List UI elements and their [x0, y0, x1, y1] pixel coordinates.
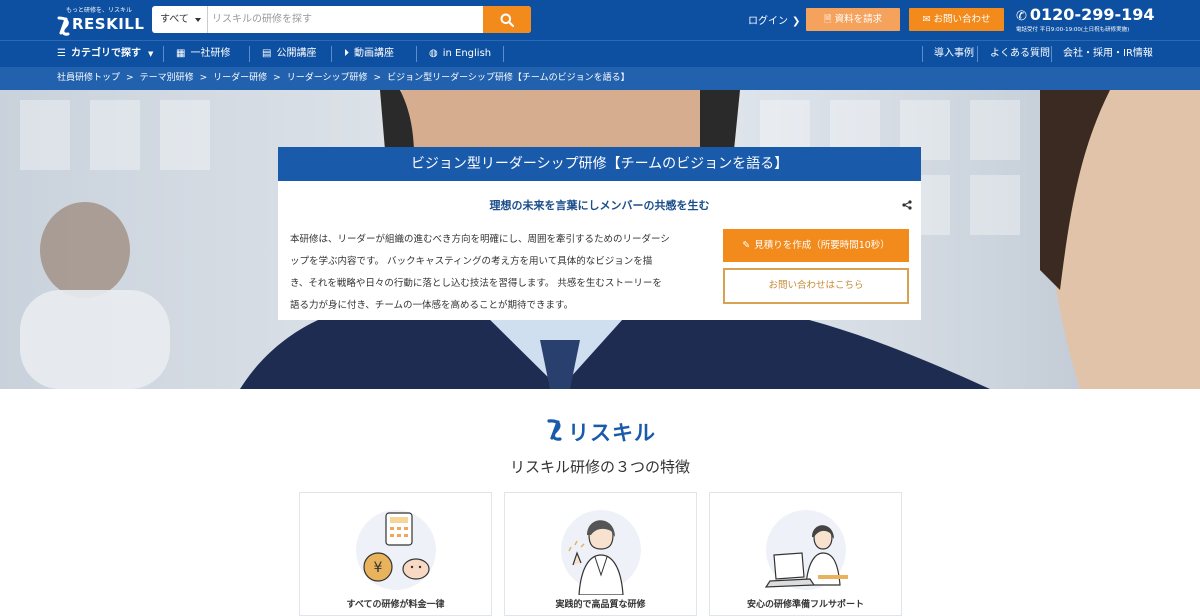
contact-button[interactable]: ✉ お問い合わせ	[909, 8, 1004, 31]
hero-banner: ビジョン型リーダーシップ研修【チームのビジョンを語る】 理想の未来を言葉にしメン…	[0, 90, 1200, 389]
document-icon: 🗎	[823, 14, 832, 25]
description-line: 本研修は、リーダーが組織の進むべき方向を明確にし、周囲を牽引するためのリーダーシ	[290, 234, 670, 245]
doc-request-label: 資料を請求	[834, 14, 883, 25]
breadcrumb-item[interactable]: テーマ別研修	[140, 73, 194, 83]
feature-label: すべての研修が料金一律	[346, 600, 445, 610]
reskill-brand-logo: リスキル	[546, 418, 656, 445]
logo-tagline: もっと研修を、リスキル	[66, 7, 133, 14]
nav-divider	[1051, 46, 1052, 62]
login-label: ログイン	[748, 16, 788, 27]
nav-divider	[249, 46, 250, 62]
phone-hours: 電話受付 平日9:00-19:00(土日祝も研修実施)	[1016, 27, 1130, 33]
create-estimate-button[interactable]: ✎ 見積りを作成（所要時間10秒）	[723, 229, 909, 262]
nav-video-courses[interactable]: ⏵ 動画講座	[344, 41, 394, 67]
nav-label: 会社・採用・IR情報	[1063, 48, 1153, 59]
phone-icon: ✆	[1016, 9, 1027, 24]
nav-divider	[977, 46, 978, 62]
logo-text: RESKILL	[72, 15, 145, 33]
nav-case-studies[interactable]: 導入事例	[934, 41, 974, 67]
breadcrumb-current: ビジョン型リーダーシップ研修【チームのビジョンを語る】	[387, 73, 630, 83]
caret-down-icon: ▼	[147, 50, 154, 58]
top-header: もっと研修を、リスキル RESKILL すべて ログイン ❯ 🗎資料を請求 ✉お問…	[0, 0, 1200, 40]
nav-divider	[163, 46, 164, 62]
course-title: ビジョン型リーダーシップ研修【チームのビジョンを語る】	[278, 147, 921, 181]
feature-label: 実践的で高品質な研修	[555, 600, 646, 610]
globe-icon: ◍	[429, 48, 438, 59]
svg-text:¥: ¥	[374, 560, 383, 576]
nav-divider	[416, 46, 417, 62]
nav-label: 公開講座	[276, 48, 317, 59]
breadcrumb-separator: >	[199, 73, 208, 83]
feature-label: 安心の研修準備フルサポート	[746, 600, 864, 610]
breadcrumb-item[interactable]: 社員研修トップ	[57, 73, 120, 83]
nav-label: 導入事例	[934, 48, 974, 59]
pencil-icon: ✎	[742, 240, 751, 251]
support-staff-illustration	[764, 510, 848, 590]
course-description: 本研修は、リーダーが組織の進むべき方向を明確にし、周囲を牽引するためのリーダーシ…	[290, 229, 710, 317]
calendar-icon: ▤	[262, 48, 272, 59]
nav-divider	[331, 46, 332, 62]
hero-card: ビジョン型リーダーシップ研修【チームのビジョンを語る】 理想の未来を言葉にしメン…	[278, 147, 921, 320]
phone-number: 0120-299-194	[1029, 5, 1155, 24]
description-line: 語る力が身に付き、チームの一体感を高めることが期待できます。	[290, 300, 574, 311]
search-category-value: すべて	[160, 14, 189, 25]
breadcrumb: 社員研修トップ > テーマ別研修 > リーダー研修 > リーダーシップ研修 > ビジョン型リーダ…	[0, 67, 1200, 90]
instructor-illustration	[561, 510, 641, 595]
nav-company-info[interactable]: 会社・採用・IR情報	[1063, 41, 1153, 67]
nav-in-house-training[interactable]: ▦ 一社研修	[176, 41, 230, 67]
feature-card-quality[interactable]: 実践的で高品質な研修	[504, 492, 697, 616]
search-button[interactable]	[483, 6, 531, 33]
mail-icon: ✉	[922, 14, 931, 25]
coin-calculator-illustration: ¥	[356, 510, 436, 590]
course-subtitle: 理想の未来を言葉にしメンバーの共感を生む	[489, 199, 710, 212]
nav-label: 動画講座	[354, 48, 394, 59]
nav-label: 一社研修	[190, 48, 231, 59]
nav-label: よくある質問	[990, 48, 1050, 59]
breadcrumb-separator: >	[373, 73, 382, 83]
play-icon: ⏵	[344, 48, 349, 59]
description-line: ップを学ぶ内容です。 バックキャスティングの考え方を用いて具体的なビジョンを描	[290, 256, 653, 267]
login-link[interactable]: ログイン ❯	[748, 12, 800, 27]
inquiry-label: お問い合わせはこちら	[768, 280, 864, 291]
phone-block[interactable]: ✆ 0120-299-194 電話受付 平日9:00-19:00(土日祝も研修実施…	[1016, 5, 1155, 33]
nav-label: in English	[442, 48, 492, 59]
description-line: き、それを戦略や日々の行動に落とし込む技法を習得します。 共感を生むストーリーを	[290, 278, 662, 289]
menu-icon: ☰	[57, 48, 66, 59]
breadcrumb-separator: >	[126, 73, 134, 83]
nav-label: カテゴリで探す	[70, 48, 141, 59]
reskill-logo[interactable]: もっと研修を、リスキル RESKILL	[56, 4, 146, 36]
search-icon	[500, 13, 514, 27]
nav-divider	[503, 46, 504, 62]
reskill-mark-icon	[547, 419, 562, 441]
feature-card-support[interactable]: 安心の研修準備フルサポート	[709, 492, 902, 616]
nav-public-courses[interactable]: ▤ 公開講座	[262, 41, 316, 67]
brand-text: リスキル	[568, 421, 656, 445]
doc-request-button[interactable]: 🗎 資料を請求	[806, 8, 900, 31]
chevron-right-icon: ❯	[792, 16, 801, 27]
share-icon[interactable]	[902, 200, 912, 210]
nav-faq[interactable]: よくある質問	[990, 41, 1050, 67]
estimate-label: 見積りを作成（所要時間10秒）	[754, 240, 890, 251]
caret-down-icon	[195, 18, 201, 22]
feature-card-flat-rate[interactable]: ¥ すべての研修が料金一律	[299, 492, 492, 616]
features-heading: リスキル研修の３つの特徴	[509, 458, 690, 476]
search-input[interactable]	[210, 6, 482, 33]
breadcrumb-item[interactable]: リーダー研修	[213, 73, 267, 83]
search-bar: すべて	[152, 6, 531, 33]
nav-category-search[interactable]: ☰ カテゴリで探す ▼	[57, 41, 153, 67]
contact-label: お問い合わせ	[933, 14, 991, 25]
search-category-select[interactable]: すべて	[152, 6, 208, 33]
breadcrumb-item[interactable]: リーダーシップ研修	[287, 73, 368, 83]
inquiry-button[interactable]: お問い合わせはこちら	[723, 268, 909, 304]
presentation-icon: ▦	[176, 48, 186, 59]
nav-in-english[interactable]: ◍ in English	[429, 41, 491, 67]
main-nav: ☰ カテゴリで探す ▼ ▦ 一社研修 ▤ 公開講座 ⏵ 動画講座 ◍ in English …	[0, 40, 1200, 67]
breadcrumb-separator: >	[273, 73, 281, 83]
nav-divider	[922, 46, 923, 62]
